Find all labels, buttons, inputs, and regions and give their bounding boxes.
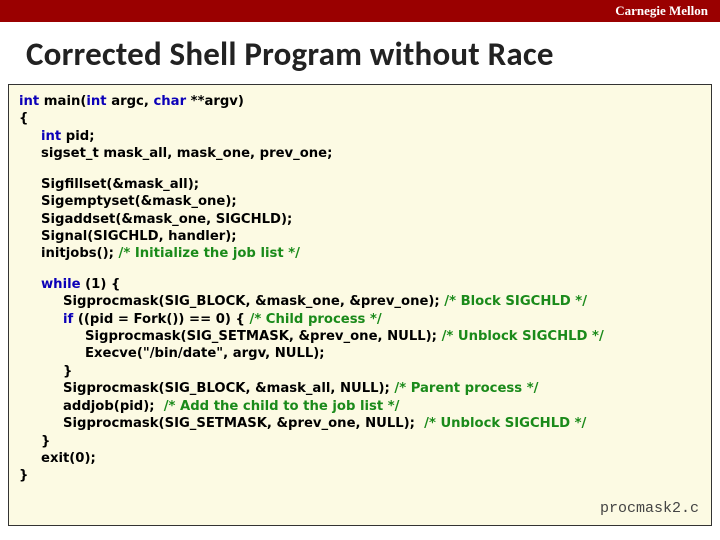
- code-line: Sigprocmask(SIG_SETMASK, &prev_one, NULL…: [19, 415, 701, 432]
- code-line: exit(0);: [19, 450, 701, 467]
- code-line: }: [19, 363, 701, 380]
- code-line: }: [19, 433, 701, 450]
- slide-title: Corrected Shell Program without Race: [26, 34, 720, 74]
- code-line: Sigemptyset(&mask_one);: [19, 193, 701, 210]
- code-listing: int main(int argc, char **argv) { int pi…: [8, 84, 712, 526]
- source-filename: procmask2.c: [600, 499, 699, 519]
- brand-label: Carnegie Mellon: [615, 3, 708, 19]
- code-line: Signal(SIGCHLD, handler);: [19, 228, 701, 245]
- code-line: Sigprocmask(SIG_BLOCK, &mask_one, &prev_…: [19, 293, 701, 310]
- code-line: Sigfillset(&mask_all);: [19, 176, 701, 193]
- code-line: Execve("/bin/date", argv, NULL);: [19, 345, 701, 362]
- header-bar: Carnegie Mellon: [0, 0, 720, 22]
- code-line: Sigprocmask(SIG_SETMASK, &prev_one, NULL…: [19, 328, 701, 345]
- code-line: if ((pid = Fork()) == 0) { /* Child proc…: [19, 311, 701, 328]
- code-line: Sigprocmask(SIG_BLOCK, &mask_all, NULL);…: [19, 380, 701, 397]
- code-line: {: [19, 110, 701, 127]
- code-line: Sigaddset(&mask_one, SIGCHLD);: [19, 211, 701, 228]
- code-line: while (1) {: [19, 276, 701, 293]
- code-line: int main(int argc, char **argv): [19, 93, 701, 110]
- code-line: sigset_t mask_all, mask_one, prev_one;: [19, 145, 701, 162]
- code-line: int pid;: [19, 128, 701, 145]
- code-line: addjob(pid); /* Add the child to the job…: [19, 398, 701, 415]
- code-line: }: [19, 467, 701, 484]
- code-line: initjobs(); /* Initialize the job list *…: [19, 245, 701, 262]
